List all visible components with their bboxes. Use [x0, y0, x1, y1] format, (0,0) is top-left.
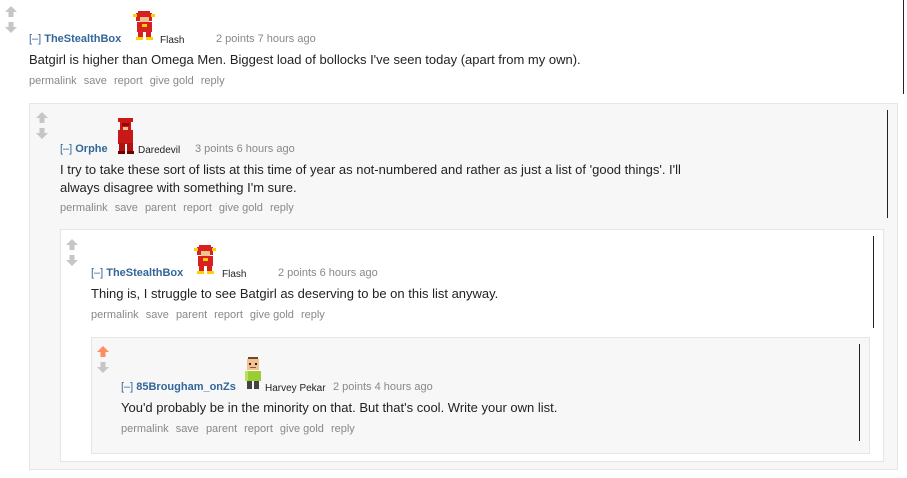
comment-meta: 2 points 4 hours ago — [333, 381, 433, 393]
downvote-arrow-icon[interactable] — [4, 21, 18, 34]
flair-label: Flash — [160, 35, 185, 46]
reply-button[interactable]: reply — [301, 309, 325, 321]
downvote-arrow-icon[interactable] — [65, 254, 79, 267]
save-button[interactable]: save — [176, 423, 199, 435]
upvote-arrow-icon[interactable] — [4, 5, 18, 18]
comment-buttons: permalink save parent report give gold reply — [60, 202, 301, 214]
score: 2 points — [216, 33, 255, 45]
comment-meta: 2 points 7 hours ago — [216, 33, 316, 45]
give-gold-button[interactable]: give gold — [250, 309, 294, 321]
reply-button[interactable]: reply — [331, 423, 355, 435]
timestamp: 6 hours ago — [236, 143, 295, 155]
collapse-toggle[interactable]: [–] — [60, 143, 72, 155]
score: 2 points — [333, 381, 372, 393]
comment-right-border — [859, 344, 860, 441]
give-gold-button[interactable]: give gold — [280, 423, 324, 435]
author-link[interactable]: TheStealthBox — [106, 267, 183, 279]
thread-right-border — [903, 0, 904, 94]
report-button[interactable]: report — [183, 202, 212, 214]
comment-tagline: [–] 85Brougham_onZs — [121, 381, 236, 393]
collapse-toggle[interactable]: [–] — [91, 267, 103, 279]
vote-column — [35, 111, 49, 140]
flash-icon — [133, 9, 157, 46]
author-link[interactable]: TheStealthBox — [44, 33, 121, 45]
comment-right-border — [887, 110, 888, 218]
downvote-arrow-icon[interactable] — [96, 361, 110, 374]
comment-buttons: permalink save parent report give gold reply — [121, 423, 362, 435]
reply-button[interactable]: reply — [270, 202, 294, 214]
permalink-button[interactable]: permalink — [121, 423, 169, 435]
comment-body: You'd probably be in the minority on tha… — [121, 400, 558, 415]
report-button[interactable]: report — [214, 309, 243, 321]
comment-meta: 3 points 6 hours ago — [195, 143, 295, 155]
comment-right-border — [873, 236, 874, 328]
give-gold-button[interactable]: give gold — [150, 75, 194, 87]
score: 2 points — [278, 267, 317, 279]
vote-column — [4, 5, 18, 34]
flair-label: Daredevil — [138, 145, 181, 156]
report-button[interactable]: report — [114, 75, 143, 87]
child-comment-container — [91, 337, 870, 454]
comment-buttons: permalink save parent report give gold reply — [91, 309, 332, 321]
flair-label: Harvey Pekar — [265, 383, 326, 394]
flair-label: Flash — [222, 269, 247, 280]
give-gold-button[interactable]: give gold — [219, 202, 263, 214]
daredevil-icon — [115, 117, 137, 160]
comment-body: Batgirl is higher than Omega Men. Bigges… — [29, 52, 581, 67]
parent-button[interactable]: parent — [176, 309, 207, 321]
parent-button[interactable]: parent — [145, 202, 176, 214]
reply-button[interactable]: reply — [201, 75, 225, 87]
comment-tagline: [–] TheStealthBox — [91, 267, 183, 279]
permalink-button[interactable]: permalink — [60, 202, 108, 214]
score: 3 points — [195, 143, 234, 155]
timestamp: 6 hours ago — [319, 267, 378, 279]
save-button[interactable]: save — [146, 309, 169, 321]
comment-body: Thing is, I struggle to see Batgirl as d… — [91, 286, 499, 301]
parent-button[interactable]: parent — [206, 423, 237, 435]
upvote-arrow-icon[interactable] — [35, 111, 49, 124]
vote-column — [65, 238, 79, 267]
comment-tagline: [–] TheStealthBox — [29, 33, 121, 45]
comment-buttons: permalink save report give gold reply — [29, 75, 232, 87]
comment-meta: 2 points 6 hours ago — [278, 267, 378, 279]
permalink-button[interactable]: permalink — [91, 309, 139, 321]
downvote-arrow-icon[interactable] — [35, 127, 49, 140]
harvey-pekar-icon — [242, 356, 264, 395]
save-button[interactable]: save — [84, 75, 107, 87]
collapse-toggle[interactable]: [–] — [29, 33, 41, 45]
upvote-arrow-icon[interactable] — [96, 345, 110, 358]
comment-tagline: [–] Orphe — [60, 143, 108, 155]
comment-body: I try to take these sort of lists at thi… — [60, 162, 681, 195]
vote-column — [96, 345, 110, 374]
report-button[interactable]: report — [244, 423, 273, 435]
permalink-button[interactable]: permalink — [29, 75, 77, 87]
flash-icon — [194, 243, 218, 280]
author-link[interactable]: Orphe — [75, 143, 107, 155]
collapse-toggle[interactable]: [–] — [121, 381, 133, 393]
author-link[interactable]: 85Brougham_onZs — [136, 381, 236, 393]
timestamp: 4 hours ago — [374, 381, 433, 393]
save-button[interactable]: save — [115, 202, 138, 214]
upvote-arrow-icon[interactable] — [65, 238, 79, 251]
timestamp: 7 hours ago — [257, 33, 316, 45]
